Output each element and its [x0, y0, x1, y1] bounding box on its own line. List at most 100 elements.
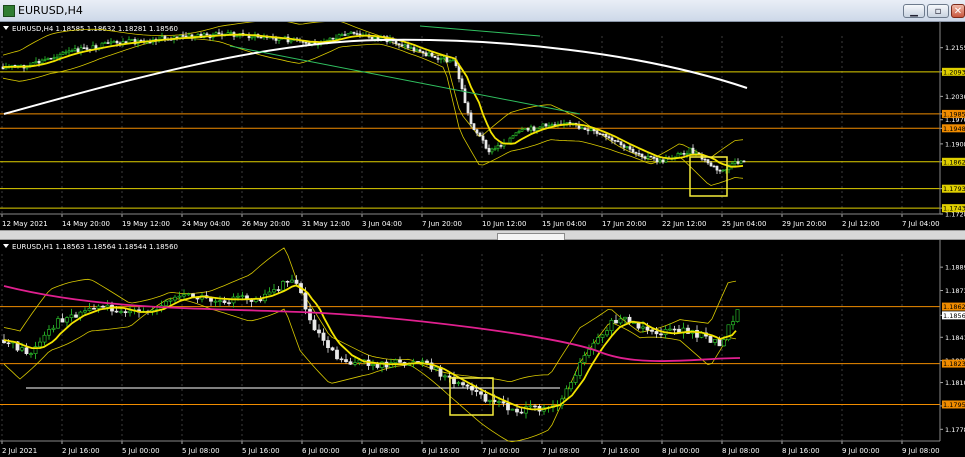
candle-body [339, 358, 344, 361]
candle-body [490, 148, 494, 153]
candle-body [598, 133, 602, 135]
candle-body [235, 35, 239, 38]
candle-body [218, 300, 222, 303]
candle-body [736, 161, 740, 164]
candle-body [229, 32, 233, 34]
candle-body [42, 334, 47, 343]
candle-body [67, 50, 71, 53]
candle-body [508, 137, 512, 144]
candle-body [85, 47, 89, 50]
candle-body [616, 140, 620, 143]
candle-body [609, 319, 614, 332]
candle-body [488, 399, 492, 402]
candle-body [731, 321, 735, 326]
candle-body [646, 155, 650, 159]
x-tick-label: 17 Jun 20:00 [602, 220, 646, 228]
price-tag-label: 1.2093 [943, 68, 965, 76]
h4-chart-svg[interactable]: EURUSD,H4 1.18585 1.18632 1.18281 1.1856… [0, 22, 965, 230]
candle-body [96, 305, 101, 309]
candle-body [373, 36, 377, 40]
candle-body [569, 382, 573, 390]
x-tick-label: 22 Jun 12:00 [662, 220, 706, 228]
candle-body [425, 360, 429, 364]
candle-body [29, 353, 33, 355]
candle-body [308, 308, 312, 321]
x-tick-label: 7 Jul 16:00 [602, 447, 640, 455]
maximize-button[interactable]: ▫ [927, 4, 949, 18]
candle-body [623, 316, 627, 320]
candle-body [650, 329, 654, 332]
price-tag-label: 1.1985 [943, 110, 965, 118]
candle-body [259, 36, 263, 39]
candle-body [739, 160, 743, 164]
candle-body [163, 36, 167, 40]
candle-body [173, 296, 177, 301]
candle-body [267, 291, 272, 295]
chart-pane-h1[interactable]: EURUSD,H1 1.18563 1.18564 1.18544 1.1856… [0, 240, 965, 457]
candle-body [460, 78, 464, 90]
candle-body [312, 319, 317, 331]
close-button[interactable]: ✕ [951, 4, 965, 18]
candle-body [433, 55, 437, 59]
pane-separator[interactable] [0, 230, 965, 241]
candle-body [722, 339, 726, 347]
candle-body [654, 331, 659, 335]
candle-body [349, 31, 353, 34]
candle-body [519, 411, 524, 414]
candle-body [326, 340, 330, 349]
y-tick-label: 1.1873 [945, 287, 965, 295]
candle-body [619, 141, 623, 146]
candle-body [337, 34, 341, 39]
candle-body [550, 124, 554, 126]
y-tick-label: 1.2030 [945, 93, 965, 101]
candle-body [236, 295, 240, 298]
candle-body [735, 309, 740, 322]
candle-body [352, 31, 356, 34]
y-tick-label: 1.1810 [945, 379, 965, 387]
minimize-button[interactable]: ▁ [903, 4, 925, 18]
candle-body [587, 349, 591, 356]
trend-line[interactable] [419, 25, 541, 37]
candle-body [24, 347, 29, 354]
y-tick-label: 1.1841 [945, 334, 965, 342]
x-tick-label: 7 Jul 04:00 [902, 220, 940, 228]
candle-body [466, 102, 470, 114]
candle-body [38, 341, 42, 347]
collapse-triangle-icon[interactable] [3, 26, 9, 30]
x-tick-label: 5 Jul 08:00 [182, 447, 220, 455]
candle-body [607, 136, 611, 139]
candle-body [331, 37, 335, 40]
chart-pane-h4[interactable]: EURUSD,H4 1.18585 1.18632 1.18281 1.1856… [0, 22, 965, 230]
candle-body [640, 153, 644, 157]
x-tick-label: 14 May 20:00 [62, 220, 110, 228]
candle-body [82, 47, 86, 49]
candle-body [409, 47, 413, 49]
window-title: EURUSD,H4 [18, 4, 83, 17]
candle-body [123, 311, 128, 314]
bollinger-lower [3, 297, 737, 443]
moving-average-slow [3, 38, 748, 115]
candle-body [706, 159, 710, 164]
candle-body [343, 34, 347, 36]
candle-body [529, 126, 533, 131]
candle-body [659, 333, 663, 336]
price-tag-label: 1.1795 [943, 401, 965, 409]
candle-body [92, 307, 96, 310]
candle-body [87, 307, 92, 311]
x-tick-label: 25 Jun 04:00 [722, 220, 766, 228]
candle-body [733, 161, 737, 164]
collapse-triangle-icon[interactable] [3, 244, 9, 248]
candle-body [691, 147, 695, 154]
candle-body [427, 52, 431, 57]
h1-chart-svg[interactable]: EURUSD,H1 1.18563 1.18564 1.18544 1.1856… [0, 240, 965, 457]
candle-body [272, 289, 276, 293]
candle-body [517, 130, 521, 134]
candle-body [613, 139, 617, 142]
moving-average-fast [3, 33, 744, 168]
x-tick-label: 2 Jul 16:00 [62, 447, 100, 455]
candle-body [418, 49, 422, 52]
trend-line[interactable] [229, 45, 581, 115]
candle-body [51, 327, 56, 330]
price-tag-label: 1.1823 [943, 360, 965, 368]
candle-body [586, 129, 590, 132]
